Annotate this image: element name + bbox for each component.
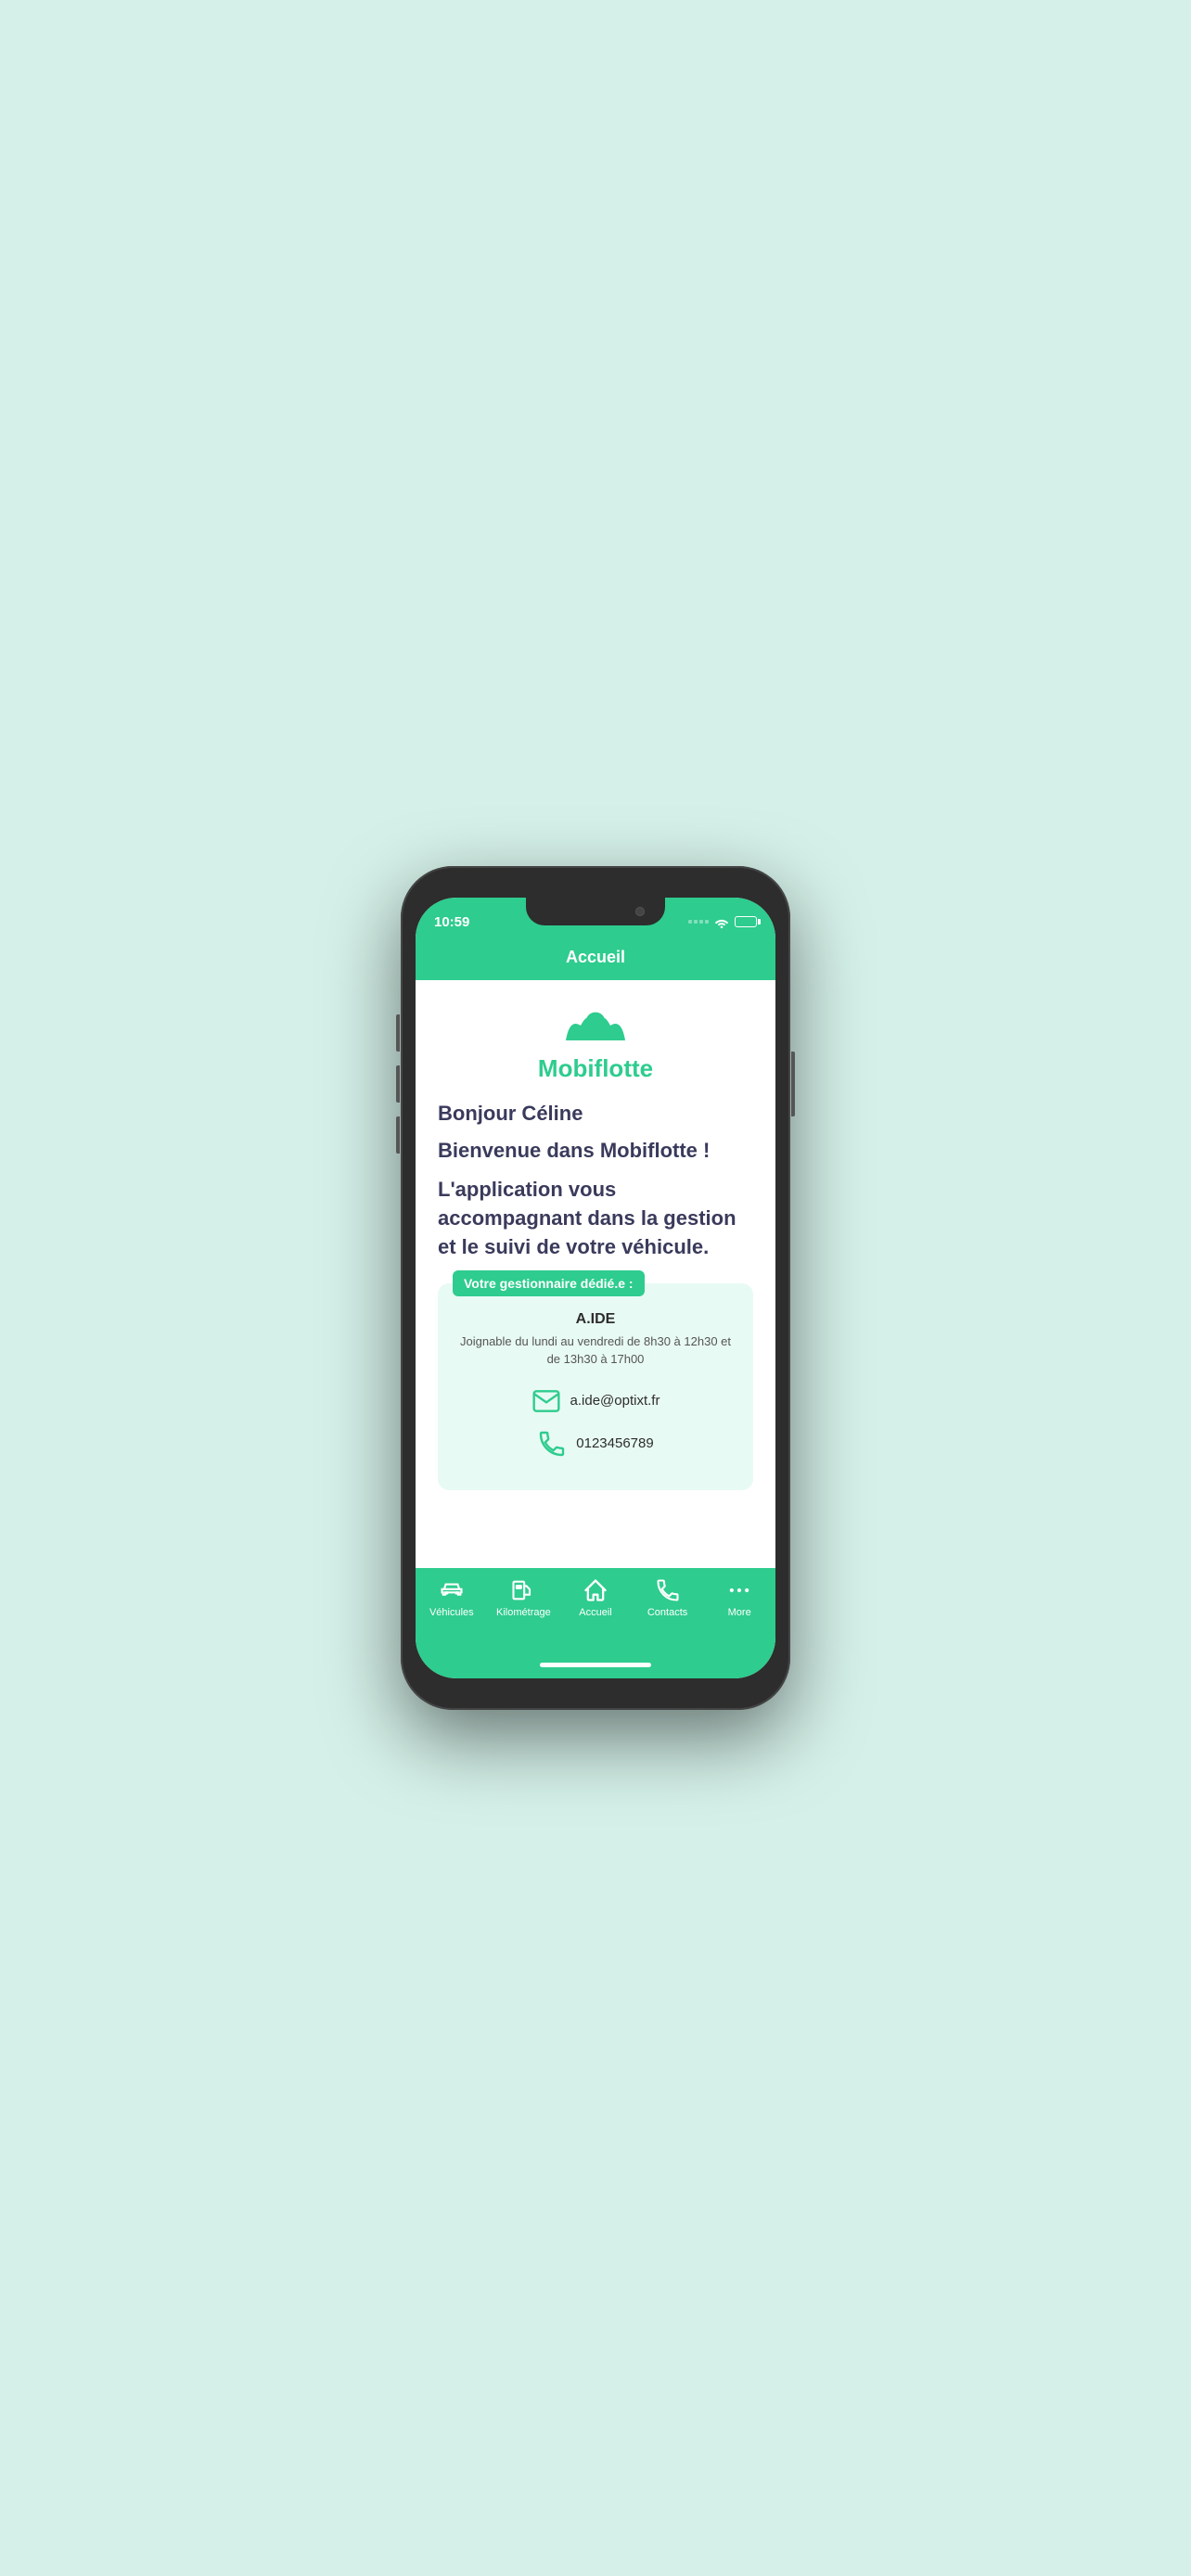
fuel-icon <box>510 1577 536 1603</box>
nav-label-accueil: Accueil <box>579 1607 611 1618</box>
nav-item-accueil[interactable]: Accueil <box>559 1577 632 1618</box>
manager-phone: 0123456789 <box>576 1435 653 1451</box>
phone-frame: 10:59 Accueil <box>401 866 790 1710</box>
logo-container: Mobiflotte <box>438 1002 753 1083</box>
main-content: Mobiflotte Bonjour Céline Bienvenue dans… <box>416 980 775 1568</box>
email-row[interactable]: a.ide@optixt.fr <box>453 1386 738 1416</box>
logo-text: Mobiflotte <box>538 1054 653 1083</box>
more-icon <box>726 1577 752 1603</box>
nav-label-kilometrage: Kilométrage <box>496 1607 551 1618</box>
manager-email: a.ide@optixt.fr <box>570 1393 660 1409</box>
manager-name: A.IDE <box>453 1311 738 1328</box>
phone-notch <box>526 898 665 925</box>
manager-hours: Joignable du lundi au vendredi de 8h30 à… <box>453 1333 738 1367</box>
battery-icon <box>735 916 757 927</box>
manager-badge: Votre gestionnaire dédié.e : <box>453 1270 645 1296</box>
car-icon <box>439 1577 465 1603</box>
mobiflotte-logo-icon <box>558 1002 633 1049</box>
greeting-text: Bonjour Céline <box>438 1102 753 1126</box>
camera <box>635 907 645 916</box>
email-icon <box>531 1386 561 1416</box>
home-icon <box>583 1577 608 1603</box>
phone-icon <box>537 1429 567 1459</box>
nav-item-vehicules[interactable]: Véhicules <box>416 1577 488 1618</box>
bottom-nav: Véhicules Kilométrage Accueil <box>416 1568 775 1651</box>
description-text: L'application vous accompagnant dans la … <box>438 1176 753 1261</box>
home-indicator-bar <box>416 1651 775 1678</box>
nav-label-more: More <box>728 1607 751 1618</box>
app-header: Accueil <box>416 938 775 980</box>
manager-card: Votre gestionnaire dédié.e : A.IDE Joign… <box>438 1283 753 1489</box>
wifi-icon <box>714 916 729 928</box>
nav-label-contacts: Contacts <box>647 1607 687 1618</box>
contacts-phone-icon <box>655 1577 681 1603</box>
status-time: 10:59 <box>434 914 469 930</box>
status-icons <box>688 916 757 928</box>
nav-item-more[interactable]: More <box>703 1577 775 1618</box>
phone-screen: 10:59 Accueil <box>416 898 775 1678</box>
phone-row[interactable]: 0123456789 <box>453 1429 738 1459</box>
welcome-text: Bienvenue dans Mobiflotte ! <box>438 1139 753 1163</box>
signal-icon <box>688 920 709 924</box>
nav-label-vehicules: Véhicules <box>429 1607 474 1618</box>
nav-item-contacts[interactable]: Contacts <box>632 1577 704 1618</box>
nav-item-kilometrage[interactable]: Kilométrage <box>488 1577 560 1618</box>
header-title: Accueil <box>566 948 625 966</box>
home-indicator <box>540 1663 651 1667</box>
